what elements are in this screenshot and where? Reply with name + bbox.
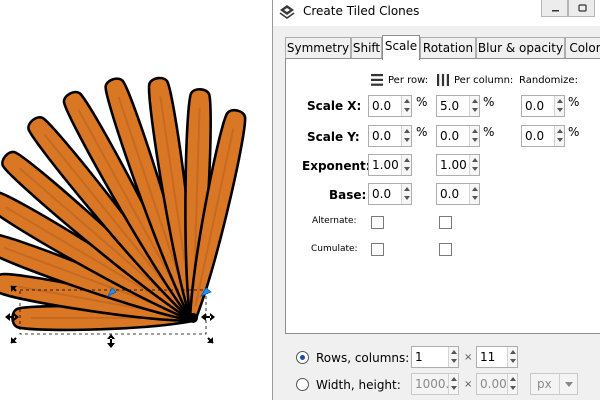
restore-button[interactable]: [568, 0, 595, 17]
scale-handle-right[interactable]: [201, 313, 215, 321]
scale-y-randomize-input[interactable]: 0.0: [521, 125, 565, 147]
tab-blur-opacity[interactable]: Blur & opacity: [476, 37, 565, 59]
spinner-arrows-icon[interactable]: [448, 347, 458, 367]
cumulate-per-column-checkbox[interactable]: [439, 243, 452, 256]
spinner-arrows-icon[interactable]: [401, 96, 411, 116]
scale-x-per-row-input[interactable]: 0.0: [368, 95, 412, 117]
tab-color[interactable]: Color: [565, 37, 600, 59]
spinner-arrows-icon[interactable]: [469, 96, 479, 116]
percent-unit: %: [483, 125, 495, 139]
alternate-per-row-checkbox[interactable]: [371, 216, 384, 229]
spinner-arrows-icon[interactable]: [554, 96, 564, 116]
scale-x-randomize-input[interactable]: 0.0: [521, 95, 565, 117]
base-label: Base:: [329, 188, 367, 202]
percent-unit: %: [483, 95, 495, 109]
tab-symmetry[interactable]: Symmetry: [285, 37, 351, 59]
width-height-label: Width, height:: [316, 378, 401, 392]
restore-icon: [578, 4, 587, 12]
drawing-canvas[interactable]: [0, 0, 272, 400]
minimize-icon: [552, 10, 559, 12]
percent-unit: %: [416, 95, 428, 109]
spinner-arrows-icon[interactable]: [401, 155, 411, 175]
unit-dropdown[interactable]: px: [530, 373, 578, 395]
percent-unit: %: [568, 95, 580, 109]
times-separator: ×: [464, 379, 473, 390]
scale-y-per-column-input[interactable]: 0.0: [436, 125, 480, 147]
scale-handle-bottom[interactable]: [107, 334, 115, 348]
dialog-titlebar[interactable]: Create Tiled Clones: [273, 0, 600, 26]
per-row-icon: [371, 74, 383, 86]
scale-handle-bottom-right[interactable]: [207, 337, 214, 344]
tab-rotation[interactable]: Rotation: [420, 37, 476, 59]
tab-scale[interactable]: Scale: [382, 35, 420, 60]
height-input[interactable]: 0.00: [476, 373, 518, 395]
app-window: Create Tiled Clones Symmetry Shift Scale…: [0, 0, 600, 400]
spinner-arrows-icon[interactable]: [507, 347, 517, 367]
spinner-arrows-icon[interactable]: [401, 184, 411, 204]
times-separator: ×: [464, 352, 473, 363]
tab-strip: Symmetry Shift Scale Rotation Blur & opa…: [285, 35, 600, 60]
petal-fan-drawing[interactable]: [0, 0, 272, 400]
scale-y-per-row-input[interactable]: 0.0: [368, 125, 412, 147]
scale-handle-bottom-left[interactable]: [10, 337, 17, 344]
base-per-row-input[interactable]: 0.0: [368, 183, 412, 205]
base-per-column-input[interactable]: 0.0: [436, 183, 480, 205]
percent-unit: %: [568, 125, 580, 139]
rows-columns-radio[interactable]: [296, 351, 309, 364]
scale-tab-panel: Per row: Per column: Randomize: Scale X:…: [285, 58, 600, 334]
alternate-label: Alternate:: [312, 216, 357, 226]
scale-y-label: Scale Y:: [307, 130, 360, 144]
spinner-arrows-icon[interactable]: [554, 126, 564, 146]
columns-input[interactable]: 11: [476, 346, 518, 368]
spinner-arrows-icon[interactable]: [507, 374, 517, 394]
tab-shift[interactable]: Shift: [351, 37, 382, 59]
exponent-per-row-input[interactable]: 1.00: [368, 154, 412, 176]
spinner-arrows-icon[interactable]: [448, 374, 458, 394]
chevron-down-icon[interactable]: [559, 374, 577, 394]
tiled-clones-app-icon: [279, 5, 295, 19]
per-column-header: Per column:: [454, 75, 514, 86]
spinner-arrows-icon[interactable]: [401, 126, 411, 146]
exponent-label: Exponent:: [302, 159, 371, 173]
alternate-per-column-checkbox[interactable]: [439, 216, 452, 229]
cumulate-label: Cumulate:: [311, 244, 358, 254]
rows-input[interactable]: 1: [411, 346, 459, 368]
rows-columns-label: Rows, columns:: [316, 351, 410, 365]
per-column-icon: [437, 74, 449, 86]
randomize-header: Randomize:: [519, 75, 578, 86]
minimize-button[interactable]: [541, 0, 568, 17]
percent-unit: %: [416, 125, 428, 139]
exponent-per-column-input[interactable]: 1.00: [436, 154, 480, 176]
dialog-title: Create Tiled Clones: [303, 4, 420, 18]
spinner-arrows-icon[interactable]: [469, 184, 479, 204]
spinner-arrows-icon[interactable]: [469, 155, 479, 175]
width-height-radio[interactable]: [296, 378, 309, 391]
scale-x-label: Scale X:: [307, 99, 362, 113]
tiled-clones-dialog: Create Tiled Clones Symmetry Shift Scale…: [272, 0, 600, 400]
scale-x-per-column-input[interactable]: 5.0: [436, 95, 480, 117]
width-input[interactable]: 1000.0: [411, 373, 459, 395]
cumulate-per-row-checkbox[interactable]: [371, 243, 384, 256]
spinner-arrows-icon[interactable]: [469, 126, 479, 146]
per-row-header: Per row:: [388, 75, 429, 86]
